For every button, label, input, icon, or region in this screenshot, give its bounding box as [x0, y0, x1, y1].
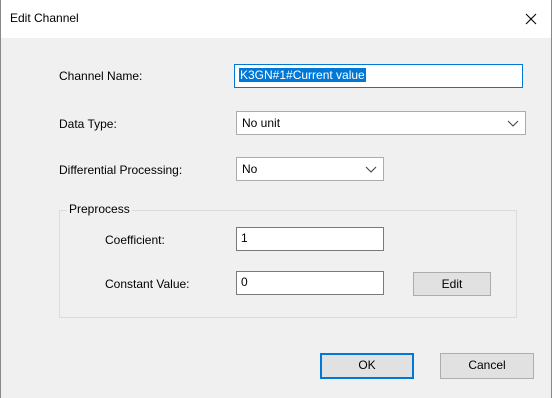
- differential-processing-label: Differential Processing:: [59, 163, 183, 177]
- data-type-select[interactable]: No unit: [236, 111, 526, 135]
- chevron-down-icon: [507, 120, 519, 127]
- cancel-button[interactable]: Cancel: [440, 353, 534, 379]
- coefficient-label: Coefficient:: [105, 233, 165, 247]
- title-bar: Edit Channel: [1, 0, 551, 38]
- edit-button[interactable]: Edit: [413, 272, 491, 296]
- differential-processing-select[interactable]: No: [236, 157, 384, 181]
- preprocess-group-title: Preprocess: [67, 202, 132, 216]
- close-button[interactable]: [511, 0, 551, 38]
- channel-name-value: K3GN#1#Current value: [239, 68, 366, 82]
- channel-name-label: Channel Name:: [59, 69, 143, 83]
- constant-value-input[interactable]: 0: [236, 271, 384, 295]
- dialog-title: Edit Channel: [10, 11, 79, 25]
- ok-button[interactable]: OK: [320, 353, 414, 379]
- channel-name-input[interactable]: K3GN#1#Current value: [234, 64, 523, 88]
- edit-channel-dialog: Edit Channel Channel Name: K3GN#1#Curren…: [0, 0, 552, 398]
- data-type-label: Data Type:: [59, 117, 117, 131]
- constant-value: 0: [241, 275, 248, 289]
- constant-value-label: Constant Value:: [105, 277, 190, 291]
- coefficient-input[interactable]: 1: [236, 227, 384, 251]
- differential-processing-value: No: [242, 162, 258, 176]
- coefficient-value: 1: [241, 231, 248, 245]
- chevron-down-icon: [365, 166, 377, 173]
- close-icon: [525, 13, 537, 25]
- data-type-value: No unit: [242, 116, 281, 130]
